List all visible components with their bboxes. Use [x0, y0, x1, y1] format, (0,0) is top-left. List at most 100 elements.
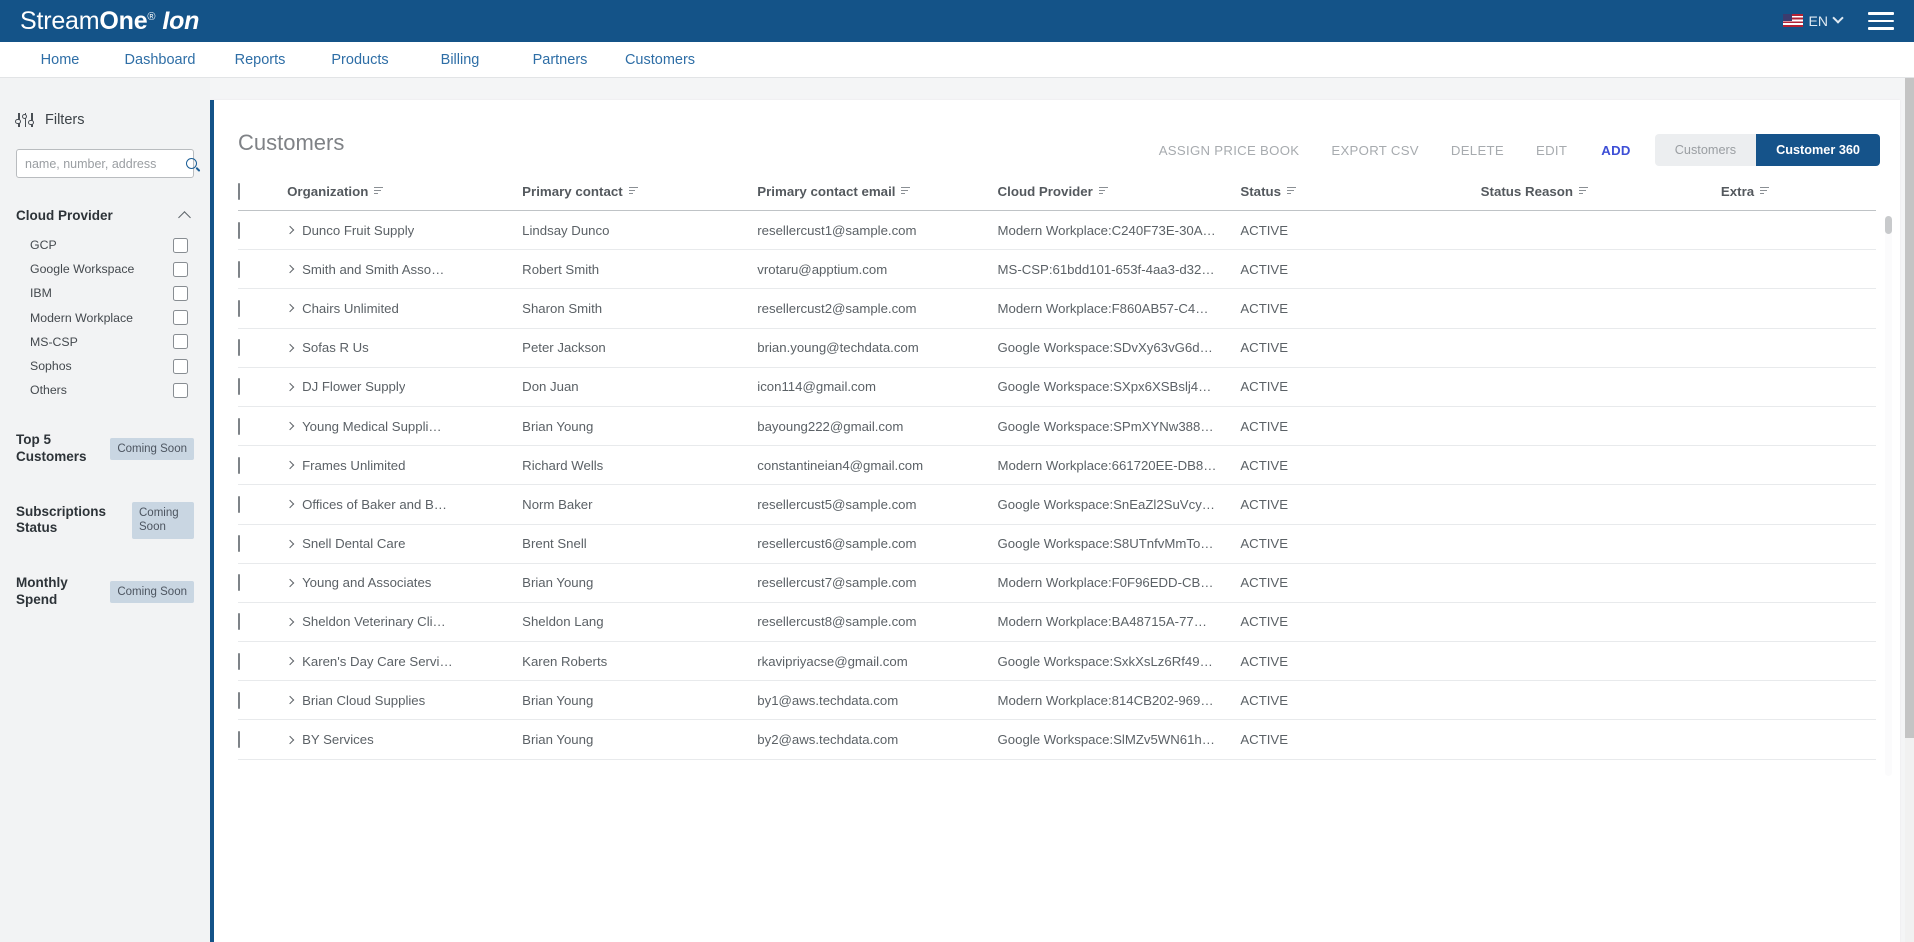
table-row[interactable]: DJ Flower Supply Don Juan icon114@gmail.co… [238, 367, 1876, 407]
chevron-right-icon[interactable] [287, 304, 295, 313]
table-row[interactable]: Chairs Unlimited Sharon Smith resellercust… [238, 288, 1876, 329]
table-row[interactable]: Young and Associates Brian Young resellerc… [238, 563, 1876, 603]
search-icon[interactable] [186, 158, 197, 169]
chevron-right-icon[interactable] [287, 656, 295, 666]
nav-item-reports[interactable]: Reports [210, 52, 310, 68]
language-selector[interactable]: EN [1782, 12, 1844, 29]
row-checkbox[interactable] [238, 691, 240, 709]
row-checkbox[interactable] [238, 299, 240, 317]
sort-icon[interactable] [374, 187, 384, 196]
sort-icon[interactable] [628, 187, 638, 196]
chevron-right-icon[interactable] [287, 617, 295, 627]
select-all-checkbox[interactable] [238, 183, 240, 200]
table-row[interactable]: Offices of Baker and B… Norm Baker reselle… [238, 484, 1876, 525]
filter-checkbox[interactable] [173, 358, 188, 374]
filter-checkbox[interactable] [173, 382, 188, 398]
nav-item-customers[interactable]: Customers [610, 52, 710, 68]
delete-button[interactable]: DELETE [1435, 143, 1520, 158]
chevron-right-icon[interactable] [287, 578, 295, 588]
table-scrollbar[interactable] [1885, 216, 1892, 776]
row-checkbox[interactable] [238, 221, 240, 239]
cell-organization: Smith and Smith Asso… [287, 249, 523, 290]
row-checkbox[interactable] [238, 456, 240, 474]
table-row[interactable]: Frames Unlimited Richard Wells constantine… [238, 445, 1876, 486]
toggle-customers[interactable]: Customers [1654, 134, 1757, 166]
filter-option-google-workspace[interactable]: Google Workspace [16, 257, 194, 281]
filter-option-ibm[interactable]: IBM [16, 281, 194, 305]
filter-option-ms-csp[interactable]: MS-CSP [16, 330, 194, 354]
nav-item-billing[interactable]: Billing [410, 52, 510, 68]
chevron-right-icon[interactable] [287, 500, 295, 509]
header-primary-contact[interactable]: Primary contact [522, 184, 758, 211]
sort-icon[interactable] [901, 187, 911, 196]
add-button[interactable]: ADD [1583, 143, 1646, 158]
chevron-right-icon[interactable] [287, 225, 295, 235]
row-checkbox[interactable] [238, 339, 240, 357]
sort-icon[interactable] [1098, 187, 1108, 196]
row-checkbox[interactable] [238, 613, 240, 631]
edit-button[interactable]: EDIT [1520, 143, 1583, 158]
filter-checkbox[interactable] [173, 261, 188, 277]
header-organization[interactable]: Organization [287, 184, 523, 211]
header-status-reason[interactable]: Status Reason [1480, 184, 1721, 211]
filter-checkbox[interactable] [173, 237, 188, 253]
filter-checkbox[interactable] [173, 310, 188, 326]
row-checkbox[interactable] [238, 652, 240, 670]
sidebar-search[interactable] [16, 149, 197, 178]
nav-item-partners[interactable]: Partners [510, 52, 610, 68]
table-row[interactable]: Sofas R Us Peter Jackson brian.young@techd… [238, 328, 1876, 368]
nav-item-products[interactable]: Products [310, 52, 410, 68]
app-logo[interactable]: Stream One ® Ion [20, 8, 199, 34]
chevron-right-icon[interactable] [287, 696, 295, 705]
table-row[interactable]: Young Medical Suppli… Brian Young bayoung2… [238, 406, 1876, 447]
header-primary-contact-email[interactable]: Primary contact email [757, 184, 998, 211]
hamburger-menu-icon[interactable] [1868, 7, 1894, 34]
export-csv-button[interactable]: EXPORT CSV [1315, 143, 1435, 158]
table-row[interactable]: Sheldon Veterinary Cli… Sheldon Lang resel… [238, 602, 1876, 643]
filter-checkbox[interactable] [173, 285, 188, 301]
table-row[interactable]: Karen's Day Care Servi… Karen Roberts rkav… [238, 641, 1876, 682]
sort-icon[interactable] [1760, 187, 1770, 196]
row-checkbox[interactable] [238, 574, 240, 592]
chevron-right-icon[interactable] [287, 343, 295, 352]
chevron-right-icon[interactable] [287, 539, 295, 548]
table-row[interactable]: Smith and Smith Asso… Robert Smith vrotaru… [238, 249, 1876, 290]
chevron-right-icon[interactable] [287, 735, 295, 744]
header-cloud-provider[interactable]: Cloud Provider [997, 184, 1241, 211]
row-checkbox[interactable] [238, 535, 240, 553]
table-row[interactable]: Brian Cloud Supplies Brian Young by1@aws.t… [238, 680, 1876, 721]
table-row[interactable]: Snell Dental Care Brent Snell resellercust… [238, 524, 1876, 564]
table-row[interactable]: BY Services Brian Young by2@aws.techdata.c… [238, 719, 1876, 760]
chevron-right-icon[interactable] [287, 265, 295, 274]
sort-icon[interactable] [1579, 187, 1589, 196]
filter-option-modern-workplace[interactable]: Modern Workplace [16, 306, 194, 330]
filter-option-gcp[interactable]: GCP [16, 233, 194, 257]
cloud-provider-section-header[interactable]: Cloud Provider [16, 208, 194, 224]
row-checkbox[interactable] [238, 378, 240, 396]
chevron-right-icon[interactable] [287, 421, 295, 431]
row-checkbox[interactable] [238, 260, 240, 278]
row-checkbox[interactable] [238, 731, 240, 749]
assign-price-book-button[interactable]: ASSIGN PRICE BOOK [1143, 143, 1316, 158]
table-row[interactable]: Dunco Fruit Supply Lindsay Dunco resellerc… [238, 210, 1876, 251]
filter-option-others[interactable]: Others [16, 378, 194, 402]
nav-item-home[interactable]: Home [10, 52, 110, 68]
search-input[interactable] [25, 156, 186, 171]
page-scrollbar[interactable] [1905, 78, 1914, 942]
filter-checkbox[interactable] [173, 334, 188, 350]
widget-top-5-customers: Top 5 Customers Coming Soon [16, 432, 194, 466]
cloud-provider-value: MS-CSP:61bdd101-653f-4aa3-d32… [997, 261, 1215, 277]
table-scrollbar-thumb[interactable] [1885, 216, 1892, 234]
chevron-right-icon[interactable] [287, 382, 295, 392]
chevron-right-icon[interactable] [287, 460, 295, 470]
row-checkbox[interactable] [238, 417, 240, 435]
nav-item-dashboard[interactable]: Dashboard [110, 52, 210, 68]
page-scrollbar-thumb[interactable] [1905, 78, 1914, 738]
filter-option-sophos[interactable]: Sophos [16, 354, 194, 378]
sort-icon[interactable] [1287, 187, 1297, 196]
header-status[interactable]: Status [1240, 184, 1481, 211]
toggle-customer-360[interactable]: Customer 360 [1756, 134, 1880, 166]
header-extra[interactable]: Extra [1720, 184, 1876, 211]
row-checkbox[interactable] [238, 495, 240, 513]
chevron-up-icon[interactable] [178, 211, 191, 224]
